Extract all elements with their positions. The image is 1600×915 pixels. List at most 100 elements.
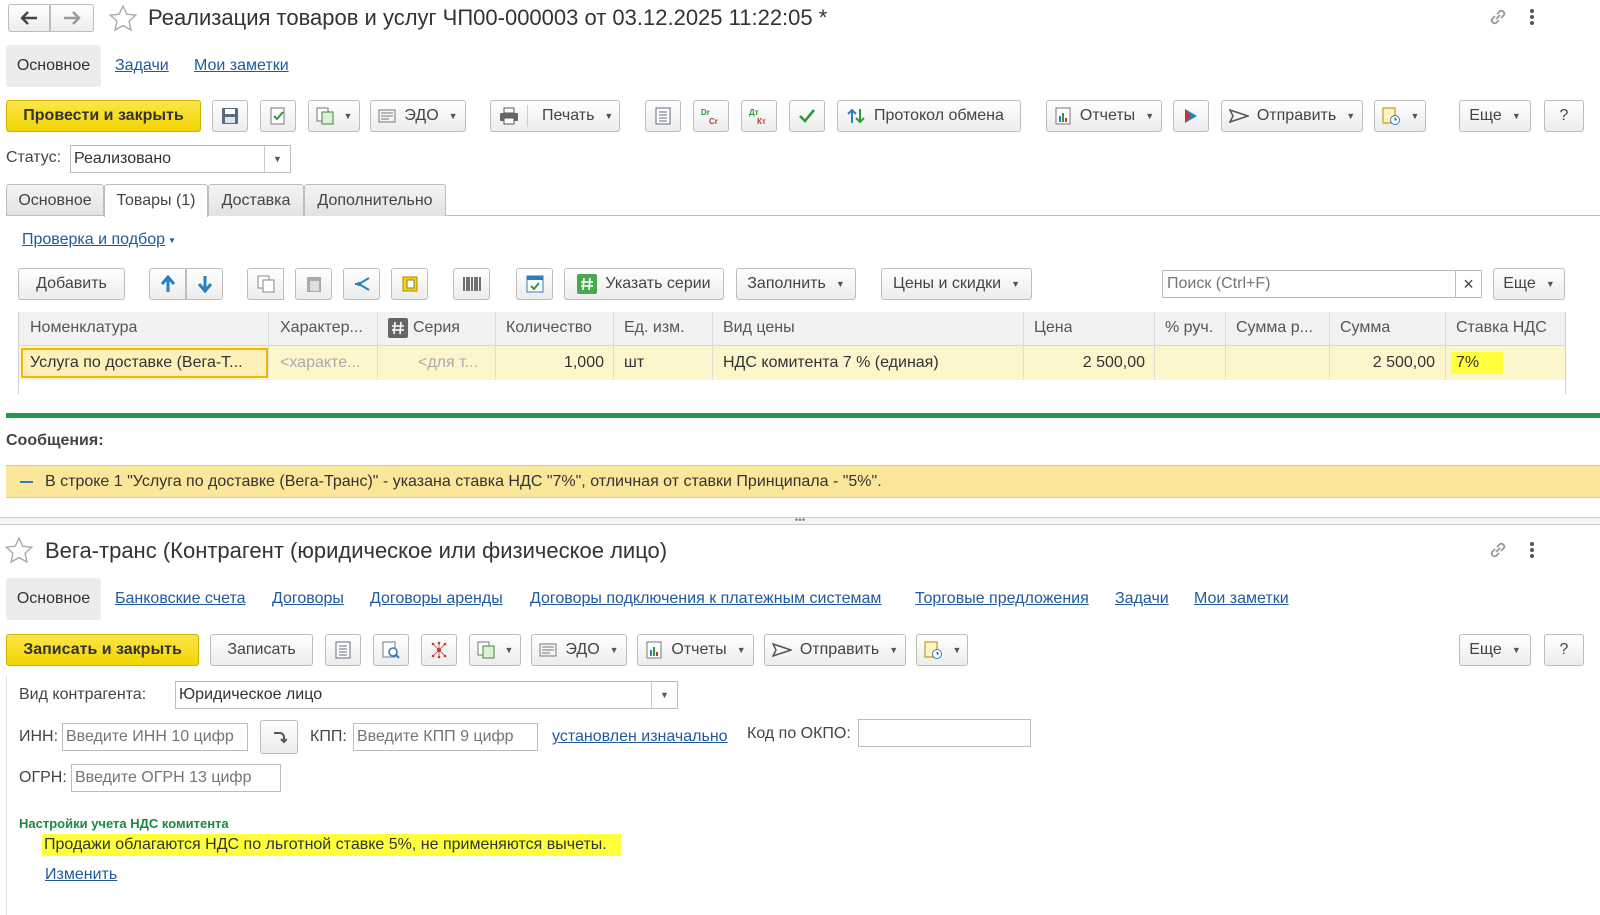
search-input[interactable] — [1162, 270, 1456, 298]
row-unit[interactable]: шт — [624, 347, 644, 379]
cp-save-button[interactable]: Записать — [210, 634, 313, 666]
col-header-nomenclature[interactable]: Номенклатура — [30, 312, 137, 344]
share-button[interactable] — [1173, 100, 1209, 132]
search-clear-button[interactable]: × — [1455, 270, 1482, 298]
row-sum[interactable]: 2 500,00 — [1330, 347, 1435, 379]
row-series[interactable]: <для т... — [418, 347, 488, 379]
col-header-manual-pct[interactable]: % руч. — [1165, 312, 1213, 344]
cp-attachments-button[interactable]: ▼ — [916, 634, 968, 666]
row-characteristic[interactable]: <характе... — [280, 347, 370, 379]
help-button[interactable]: ? — [1544, 100, 1584, 132]
move-up-button[interactable] — [149, 268, 186, 300]
select-button[interactable] — [516, 268, 553, 300]
add-row-button[interactable]: Добавить — [18, 268, 125, 300]
cp-nav-tab-lease-contracts[interactable]: Договоры аренды — [370, 590, 503, 608]
link-icon[interactable] — [1487, 6, 1509, 28]
exchange-protocol-button[interactable]: Протокол обмена — [837, 100, 1021, 132]
favorite-star-icon[interactable] — [4, 536, 34, 564]
col-header-price[interactable]: Цена — [1034, 312, 1072, 344]
save-button[interactable] — [212, 100, 248, 132]
col-header-characteristic[interactable]: Характер... — [280, 312, 363, 344]
row-price-type[interactable]: НДС комитента 7 % (единая) — [723, 347, 939, 379]
col-header-price-type[interactable]: Вид цены — [723, 312, 795, 344]
cp-reports-button[interactable]: Отчеты ▼ — [637, 634, 754, 666]
specify-series-button[interactable]: Указать серии — [564, 268, 724, 300]
forward-button[interactable] — [50, 4, 94, 32]
check-and-select-link[interactable]: Проверка и подбор — [22, 231, 165, 249]
tab-additional[interactable]: Дополнительно — [304, 184, 446, 216]
cp-nav-tab-notes[interactable]: Мои заметки — [1194, 590, 1289, 608]
tab-goods[interactable]: Товары (1) — [104, 184, 208, 217]
change-vat-settings-link[interactable]: Изменить — [45, 866, 117, 884]
more-button[interactable]: Еще ▼ — [1459, 100, 1531, 132]
col-header-sum[interactable]: Сумма — [1340, 312, 1390, 344]
dt-kt-ru-button[interactable]: Дт Кт — [741, 100, 777, 132]
chevron-down-icon[interactable]: ▼ — [264, 146, 290, 172]
link-icon[interactable] — [1487, 539, 1509, 561]
cp-help-button[interactable]: ? — [1544, 634, 1584, 666]
col-header-quantity[interactable]: Количество — [506, 312, 592, 344]
inn-input[interactable] — [62, 723, 248, 751]
kpp-input[interactable] — [353, 723, 538, 751]
inn-fill-button[interactable] — [260, 720, 298, 754]
favorite-star-icon[interactable] — [108, 4, 138, 32]
col-header-vat-rate[interactable]: Ставка НДС — [1456, 312, 1547, 344]
cp-nav-tab-bank-accounts[interactable]: Банковские счета — [115, 590, 245, 608]
row-price[interactable]: 2 500,00 — [1024, 347, 1145, 379]
tab-main[interactable]: Основное — [6, 184, 104, 216]
cp-create-based-button[interactable]: ▼ — [469, 634, 521, 666]
cp-structure-button[interactable] — [373, 634, 409, 666]
cp-journal-button[interactable] — [325, 634, 361, 666]
reports-button[interactable]: Отчеты ▼ — [1046, 100, 1162, 132]
splitter-handle[interactable]: ••• — [0, 516, 1600, 526]
cp-more-button[interactable]: Еще ▼ — [1459, 634, 1531, 666]
col-header-unit[interactable]: Ед. изм. — [624, 312, 685, 344]
kind-select[interactable]: Юридическое лицо ▼ — [175, 681, 678, 709]
tab-delivery[interactable]: Доставка — [208, 184, 304, 216]
barcode-button[interactable] — [453, 268, 490, 300]
nav-tab-tasks[interactable]: Задачи — [115, 57, 169, 75]
journal-button[interactable] — [645, 100, 681, 132]
row-quantity[interactable]: 1,000 — [496, 347, 604, 379]
chevron-down-icon[interactable]: ▼ — [651, 682, 677, 708]
cp-connections-button[interactable] — [421, 634, 457, 666]
nav-tab-main[interactable]: Основное — [6, 45, 101, 87]
cp-edo-button[interactable]: ЭДО ▼ — [531, 634, 627, 666]
fill-button[interactable]: Заполнить ▼ — [736, 268, 856, 300]
col-header-sum-manual[interactable]: Сумма р... — [1236, 312, 1313, 344]
cp-send-button[interactable]: Отправить ▼ — [764, 634, 906, 666]
cp-nav-tab-payment-contracts[interactable]: Договоры подключения к платежным система… — [530, 590, 881, 608]
split-row-button[interactable] — [343, 268, 380, 300]
copy-row-button[interactable] — [247, 268, 284, 300]
kpp-default-link[interactable]: установлен изначально — [552, 728, 728, 746]
fill-values-button[interactable] — [391, 268, 428, 300]
col-header-series[interactable]: Серия — [413, 312, 460, 344]
message-item[interactable]: В строке 1 "Услуга по доставке (Вега-Тра… — [6, 465, 1600, 498]
cp-nav-tab-main[interactable]: Основное — [6, 578, 101, 620]
send-button[interactable]: Отправить ▼ — [1221, 100, 1363, 132]
back-button[interactable] — [8, 4, 50, 32]
post-and-close-button[interactable]: Провести и закрыть — [6, 100, 201, 132]
cp-nav-tab-tasks[interactable]: Задачи — [1115, 590, 1169, 608]
cp-nav-tab-trade-offers[interactable]: Торговые предложения — [915, 590, 1089, 608]
create-based-on-button[interactable]: ▼ — [308, 100, 360, 132]
prices-discounts-button[interactable]: Цены и скидки ▼ — [881, 268, 1032, 300]
cp-nav-tab-contracts[interactable]: Договоры — [272, 590, 344, 608]
attachments-button[interactable]: ▼ — [1374, 100, 1426, 132]
approve-button[interactable] — [789, 100, 825, 132]
status-select[interactable]: Реализовано ▼ — [70, 145, 291, 173]
save-and-close-button[interactable]: Записать и закрыть — [6, 634, 199, 666]
more-vertical-icon[interactable] — [1528, 541, 1536, 559]
post-button[interactable] — [260, 100, 296, 132]
okpo-input[interactable] — [858, 719, 1031, 747]
dt-kt-button[interactable]: Dr Cr — [693, 100, 729, 132]
table-more-button[interactable]: Еще ▼ — [1493, 268, 1565, 300]
edo-button[interactable]: ЭДО ▼ — [370, 100, 466, 132]
ogrn-input[interactable] — [71, 764, 281, 792]
paste-row-button[interactable] — [295, 268, 332, 300]
row-vat-rate[interactable]: 7% — [1456, 347, 1479, 379]
nav-tab-notes[interactable]: Мои заметки — [194, 57, 289, 75]
more-vertical-icon[interactable] — [1528, 8, 1536, 26]
move-down-button[interactable] — [186, 268, 223, 300]
print-button[interactable]: Печать ▼ — [490, 100, 620, 132]
